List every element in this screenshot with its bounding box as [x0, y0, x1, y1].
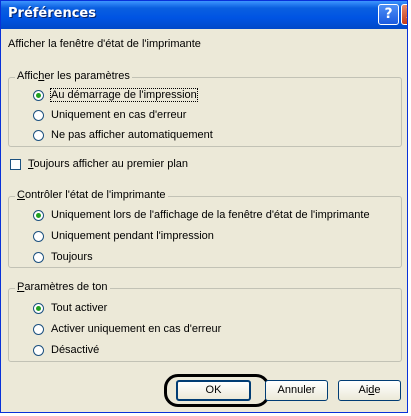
radio-monitor-window[interactable]: Uniquement lors de l'affichage de la fen…: [33, 209, 370, 221]
radio-monitor-printing[interactable]: Uniquement pendant l'impression: [33, 230, 214, 242]
display-settings-legend: Afficher les paramètres: [15, 70, 132, 82]
radio-label: Désactivé: [51, 344, 100, 356]
radio-label: Activer uniquement en cas d'erreur: [51, 323, 222, 335]
help-icon[interactable]: ?: [378, 4, 399, 25]
display-settings-group: Afficher les paramètres Au démarrage de …: [8, 70, 402, 147]
radio-startup[interactable]: Au démarrage de l'impression: [33, 88, 198, 102]
checkbox-label: Toujours afficher au premier plan: [28, 158, 188, 170]
radio-label: Uniquement pendant l'impression: [51, 230, 214, 242]
radio-label: Uniquement en cas d'erreur: [51, 109, 187, 121]
sound-settings-legend: Paramètres de ton: [15, 281, 110, 293]
radio-monitor-always[interactable]: Toujours: [33, 251, 93, 263]
checkbox[interactable]: [10, 158, 21, 170]
radio-button[interactable]: [33, 209, 44, 221]
cancel-button[interactable]: Annuler: [265, 380, 328, 401]
radio-button[interactable]: [33, 109, 44, 121]
radio-button[interactable]: [33, 251, 44, 263]
title-bar[interactable]: Préférences ? X: [1, 1, 407, 29]
ok-button[interactable]: OK: [176, 380, 251, 401]
help-button[interactable]: Aide: [338, 380, 401, 401]
sound-settings-group: Paramètres de ton Tout activer Activer u…: [8, 281, 402, 362]
radio-label: Au démarrage de l'impression: [50, 88, 198, 102]
radio-button[interactable]: [33, 89, 44, 101]
intro-label: Afficher la fenêtre d'état de l'impriman…: [8, 38, 201, 50]
radio-label: Uniquement lors de l'affichage de la fen…: [51, 209, 370, 221]
radio-label: Ne pas afficher automatiquement: [51, 129, 213, 141]
radio-button[interactable]: [33, 323, 44, 335]
radio-never[interactable]: Ne pas afficher automatiquement: [33, 129, 213, 141]
radio-button[interactable]: [33, 344, 44, 356]
window-title: Préférences: [8, 6, 96, 21]
preferences-dialog: Préférences ? X Afficher la fenêtre d'ét…: [0, 0, 408, 413]
radio-button[interactable]: [33, 230, 44, 242]
monitor-status-group: Contrôler l'état de l'imprimante Uniquem…: [8, 189, 402, 268]
radio-sound-all[interactable]: Tout activer: [33, 302, 107, 314]
radio-sound-off[interactable]: Désactivé: [33, 344, 99, 356]
radio-label: Tout activer: [51, 302, 108, 314]
radio-button[interactable]: [33, 302, 44, 314]
radio-button[interactable]: [33, 129, 44, 141]
radio-label: Toujours: [51, 251, 93, 263]
monitor-status-legend: Contrôler l'état de l'imprimante: [15, 189, 168, 201]
radio-sound-error[interactable]: Activer uniquement en cas d'erreur: [33, 323, 221, 335]
always-on-top-checkbox[interactable]: Toujours afficher au premier plan: [10, 158, 188, 170]
close-icon[interactable]: X: [401, 4, 407, 25]
radio-error-only[interactable]: Uniquement en cas d'erreur: [33, 109, 186, 121]
